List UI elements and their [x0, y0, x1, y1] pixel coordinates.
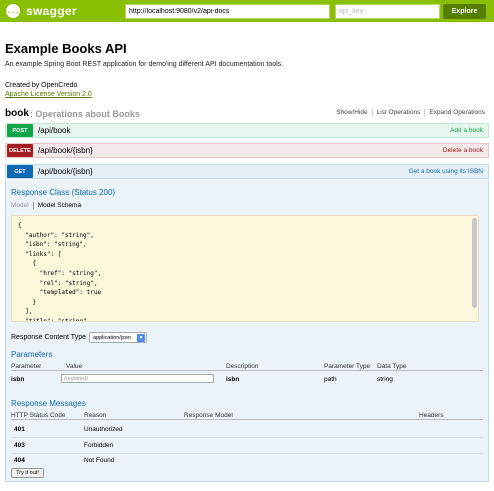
col-parameter-type: Parameter Type	[324, 363, 371, 370]
schema-scrollbar[interactable]	[472, 218, 477, 308]
operation-summary[interactable]: Get a book using its ISBN	[409, 168, 483, 175]
response-content-type-select[interactable]: application/json ▼	[89, 332, 147, 343]
api-title: Example Books API	[5, 41, 127, 56]
swagger-icon: {...}	[2, 4, 24, 18]
resource-heading: book : Operations about Books Show/Hide …	[5, 107, 489, 120]
top-bar: {...} swagger Explore	[0, 0, 494, 22]
operation-summary[interactable]: Delete a book	[443, 147, 483, 154]
param-type: path	[324, 376, 337, 383]
operation-post-book[interactable]: POST /api/book Add a book	[5, 123, 489, 138]
status-code: 403	[14, 442, 25, 449]
show-hide-link[interactable]: Show/Hide	[332, 109, 371, 116]
list-operations-link[interactable]: List Operations	[371, 109, 425, 116]
parameters-title: Parameters	[11, 350, 53, 359]
col-data-type: Data Type	[377, 363, 407, 370]
model-tabs: Model Model Schema	[11, 202, 81, 209]
explore-button[interactable]: Explore	[443, 4, 486, 19]
tab-model[interactable]: Model	[11, 202, 34, 209]
col-description: Description	[226, 363, 259, 370]
col-response-model: Response Model	[184, 412, 233, 419]
method-badge-post[interactable]: POST	[7, 124, 33, 137]
api-description: An example Spring Boot REST application …	[5, 61, 284, 68]
response-content-type-label: Response Content Type	[11, 334, 86, 341]
operation-path[interactable]: /api/book	[38, 126, 70, 135]
method-badge-get[interactable]: GET	[7, 165, 33, 178]
operation-path[interactable]: /api/book/{isbn}	[38, 146, 93, 155]
model-schema-json: { "author": "string", "isbn": "string", …	[18, 222, 102, 322]
status-reason: Forbidden	[84, 442, 114, 449]
resource-description: : Operations about Books	[29, 108, 140, 119]
api-key-input[interactable]	[335, 4, 440, 19]
col-headers: Headers	[419, 412, 444, 419]
param-description: isbn	[226, 376, 240, 383]
status-reason: Not Found	[84, 457, 115, 464]
selected-content-type: application/json	[93, 334, 131, 341]
operation-path[interactable]: /api/book/{isbn}	[38, 167, 93, 176]
isbn-value-input[interactable]	[61, 374, 214, 383]
model-schema-box[interactable]: { "author": "string", "isbn": "string", …	[11, 215, 479, 322]
response-messages-header: HTTP Status Code Reason Response Model H…	[11, 411, 483, 420]
response-messages-title: Response Messages	[11, 399, 86, 408]
method-badge-delete[interactable]: DELETE	[7, 144, 33, 157]
operation-summary[interactable]: Add a book	[450, 127, 483, 134]
resource-name[interactable]: book	[5, 108, 29, 119]
param-name: isbn	[11, 376, 25, 383]
col-http-status: HTTP Status Code	[11, 412, 66, 419]
parameters-header: Parameter Value Description Parameter Ty…	[11, 362, 483, 371]
chevron-down-icon: ▼	[137, 334, 145, 342]
table-row: 404 Not Found	[11, 454, 483, 468]
col-value: Value	[66, 363, 83, 370]
col-parameter: Parameter	[11, 363, 42, 370]
license-link[interactable]: Apache License Version 2.0	[5, 91, 92, 98]
response-class-title: Response Class (Status 200)	[11, 188, 116, 197]
table-row: 403 Forbidden	[11, 438, 483, 454]
swagger-logo[interactable]: {...} swagger	[2, 3, 77, 19]
operation-delete-book[interactable]: DELETE /api/book/{isbn} Delete a book	[5, 143, 489, 158]
logo-text: swagger	[26, 4, 77, 18]
status-code: 401	[14, 426, 25, 433]
resource-actions: Show/Hide List Operations Expand Operati…	[332, 109, 489, 116]
status-code: 404	[14, 457, 25, 464]
operation-get-book[interactable]: GET /api/book/{isbn} Get a book using it…	[5, 164, 489, 179]
tab-model-schema[interactable]: Model Schema	[34, 202, 81, 209]
param-data-type: string	[377, 376, 393, 383]
created-by: Created by OpenCredo	[5, 82, 78, 89]
try-it-out-button[interactable]: Try it out!	[11, 468, 44, 478]
status-reason: Unauthorized	[84, 426, 123, 433]
table-row: 401 Unauthorized	[11, 422, 483, 438]
col-reason: Reason	[84, 412, 107, 419]
operation-details: Response Class (Status 200) Model Model …	[5, 180, 489, 482]
api-url-input[interactable]	[125, 4, 330, 19]
expand-operations-link[interactable]: Expand Operations	[424, 109, 489, 116]
